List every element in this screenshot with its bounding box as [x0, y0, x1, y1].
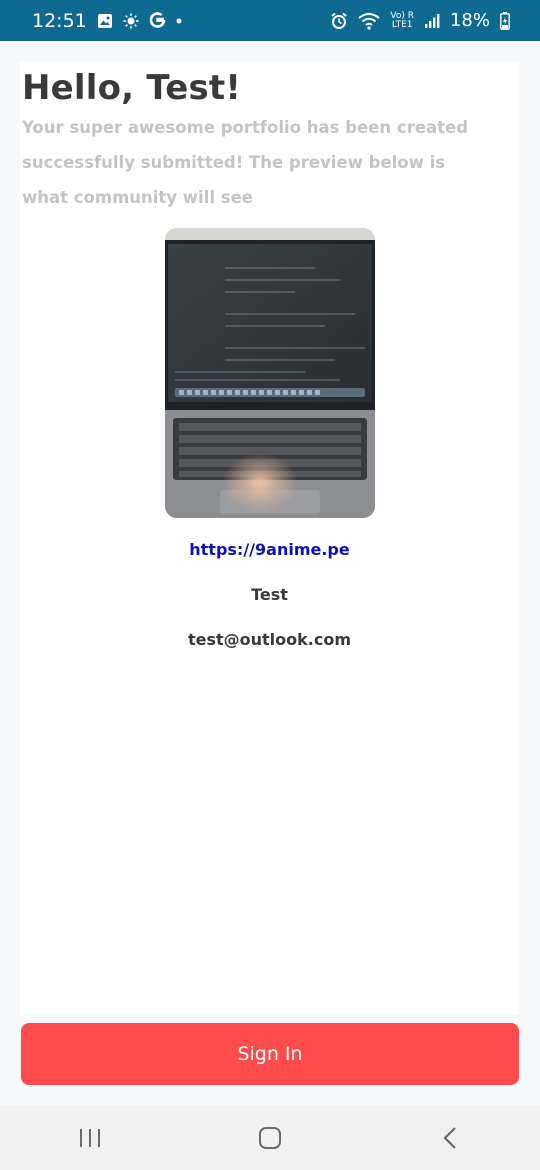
sign-in-button[interactable]: Sign In	[21, 1023, 519, 1085]
battery-icon	[500, 11, 510, 30]
recents-icon[interactable]	[60, 1108, 120, 1168]
status-bar: 12:51 Vo) R LTE1 18%	[0, 0, 540, 41]
battery-percent: 18%	[449, 10, 490, 31]
success-message: Your super awesome portfolio has been cr…	[22, 118, 469, 207]
system-nav-bar	[0, 1106, 540, 1170]
dot-icon	[176, 18, 182, 24]
network-label-bottom: LTE1	[391, 19, 413, 30]
portfolio-link[interactable]: https://9anime.pe	[20, 540, 519, 559]
alarm-icon	[330, 12, 348, 30]
user-email: test@outlook.com	[187, 630, 352, 649]
volte-icon: Vo) R LTE1	[390, 11, 414, 30]
status-left: 12:51	[32, 10, 182, 32]
page-title: Hello, Test!	[22, 68, 242, 108]
status-right: Vo) R LTE1 18%	[330, 10, 510, 31]
brightness-icon	[123, 13, 139, 29]
back-icon[interactable]	[420, 1108, 480, 1168]
signal-icon	[424, 13, 440, 29]
home-icon[interactable]	[240, 1108, 300, 1168]
google-icon	[149, 12, 166, 29]
image-icon	[97, 13, 113, 29]
portfolio-preview-image	[165, 228, 375, 518]
content-card: Hello, Test! Your super awesome portfoli…	[20, 62, 519, 1015]
clock: 12:51	[32, 9, 87, 32]
user-name: Test	[251, 585, 288, 604]
wifi-icon	[358, 12, 381, 30]
